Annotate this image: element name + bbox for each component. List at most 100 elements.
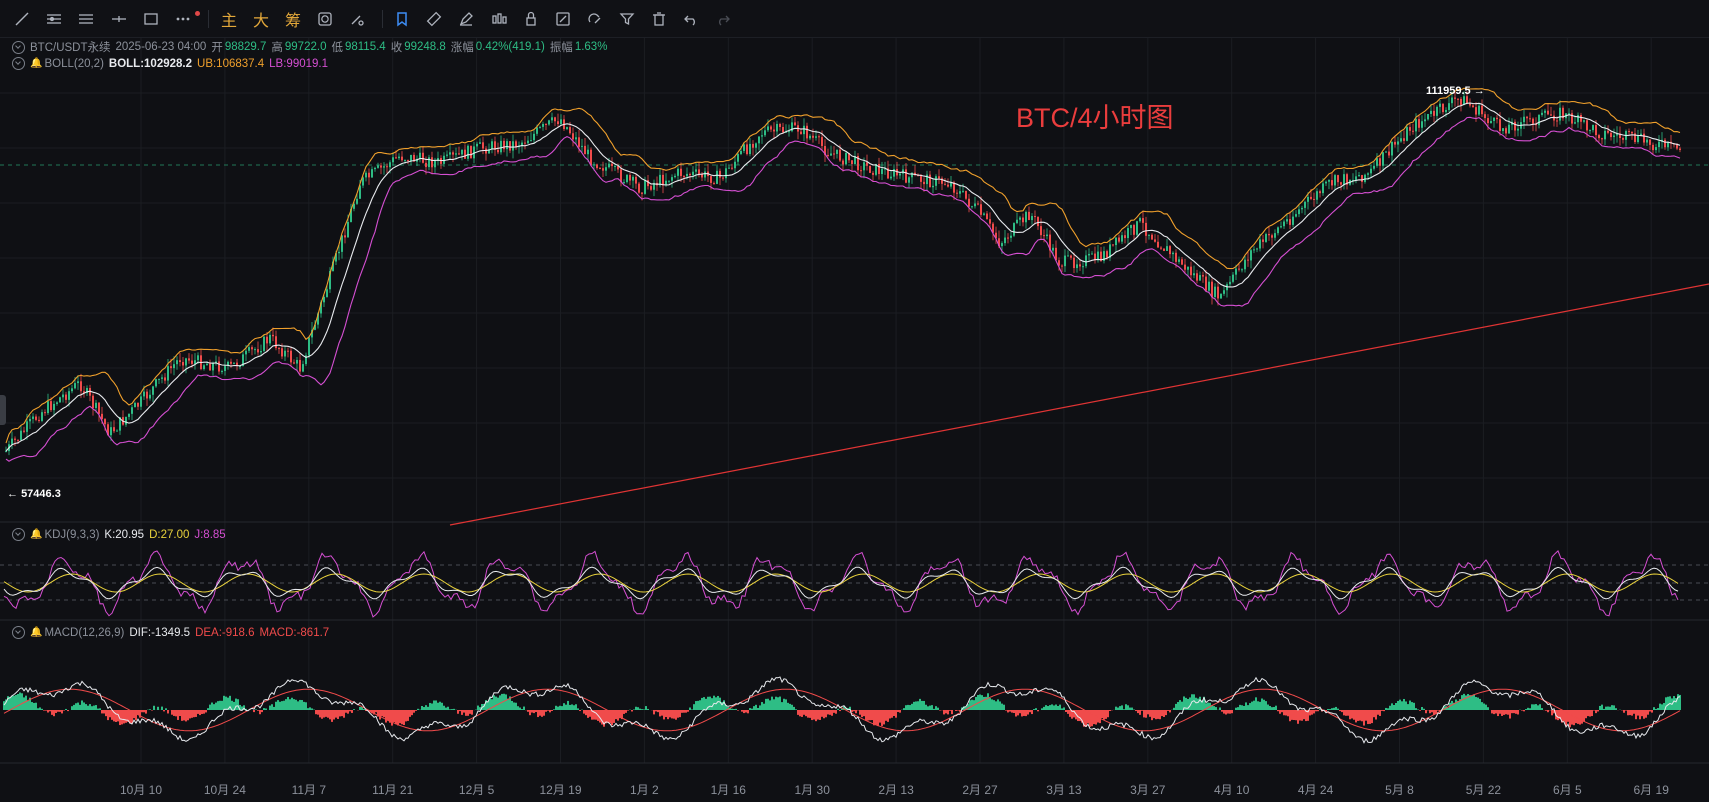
- candle-body: [554, 117, 556, 122]
- candle-body: [608, 163, 610, 168]
- bookmark-icon[interactable]: [390, 7, 414, 31]
- candle-body: [1385, 151, 1387, 153]
- collapse-icon[interactable]: [12, 57, 25, 70]
- candle-body: [569, 127, 571, 134]
- main-indicator-button[interactable]: 主: [217, 7, 241, 31]
- candle-body: [1286, 219, 1288, 222]
- more-icon[interactable]: [171, 7, 195, 31]
- candle-body: [188, 358, 190, 361]
- major-button[interactable]: 大: [249, 7, 273, 31]
- candle-body: [146, 391, 148, 399]
- candle-body: [1007, 237, 1009, 239]
- candle-body: [1664, 139, 1666, 148]
- candle-body: [692, 171, 694, 176]
- candle-body: [1421, 121, 1423, 128]
- candle-body: [1583, 120, 1585, 122]
- candle-body: [686, 173, 688, 177]
- chart-annotation-text[interactable]: BTC/4小时图: [1016, 96, 1174, 135]
- candle-body: [989, 219, 991, 224]
- candle-body: [683, 176, 685, 178]
- lock-icon[interactable]: [519, 7, 543, 31]
- candle-body: [35, 416, 37, 420]
- candle-body: [140, 396, 142, 407]
- brush-settings-icon[interactable]: [345, 7, 369, 31]
- candlestick-icon[interactable]: [487, 7, 511, 31]
- pen-icon[interactable]: [454, 7, 478, 31]
- ruler-icon[interactable]: [422, 7, 446, 31]
- collapse-icon[interactable]: [12, 40, 25, 54]
- candle-body: [1403, 138, 1405, 141]
- candle-body: [1253, 249, 1255, 251]
- alert-bell-icon[interactable]: 🔔: [30, 627, 42, 638]
- parallel-lines-icon[interactable]: [74, 7, 98, 31]
- macd-dif-value: DIF:-1349.5: [129, 626, 191, 639]
- candle-body: [1274, 233, 1276, 238]
- date-tick: 11月 7: [291, 783, 327, 797]
- candle-body: [1415, 119, 1417, 132]
- kdj-indicator: [3, 550, 1679, 618]
- date-tick: 5月 22: [1465, 783, 1502, 797]
- macd-label[interactable]: MACD(12,26,9): [44, 627, 124, 639]
- candle-body: [1181, 259, 1183, 265]
- candle-body: [1298, 209, 1300, 215]
- candle-body: [74, 383, 76, 389]
- candle-body: [1607, 130, 1609, 133]
- candle-body: [770, 126, 772, 130]
- candle-body: [77, 381, 79, 384]
- candle-body: [1238, 268, 1240, 270]
- candle-body: [170, 366, 172, 369]
- side-panel-handle[interactable]: [0, 395, 6, 425]
- candle-body: [1523, 116, 1525, 123]
- candle-body: [1211, 281, 1213, 298]
- chip-distribution-button[interactable]: 筹: [281, 7, 305, 31]
- filter-icon[interactable]: [615, 7, 639, 31]
- alert-bell-icon[interactable]: 🔔: [30, 58, 42, 69]
- trendline-icon[interactable]: [10, 7, 34, 31]
- candle-body: [1070, 255, 1072, 258]
- candle-body: [290, 350, 292, 363]
- candle-body: [62, 394, 64, 398]
- candle-body: [629, 174, 631, 181]
- candle-body: [470, 145, 472, 159]
- edit-note-icon[interactable]: [551, 7, 575, 31]
- candle-body: [50, 401, 52, 411]
- rectangle-icon[interactable]: [139, 7, 163, 31]
- candle-body: [113, 427, 115, 432]
- candle-body: [959, 191, 961, 194]
- boll-mid-value: BOLL:102928.2: [108, 57, 193, 70]
- kdj-label[interactable]: KDJ(9,3,3): [44, 529, 99, 541]
- candlestick-series: [5, 91, 1681, 456]
- trash-icon[interactable]: [647, 7, 671, 31]
- candle-body: [512, 141, 514, 151]
- candle-body: [1112, 244, 1114, 246]
- undo-icon[interactable]: [679, 7, 703, 31]
- candle-body: [935, 176, 937, 186]
- candle-body: [1247, 259, 1249, 261]
- magnet-icon[interactable]: [583, 7, 607, 31]
- candle-body: [1136, 221, 1138, 235]
- collapse-icon[interactable]: [12, 626, 25, 639]
- boll-label[interactable]: BOLL(20,2): [44, 58, 103, 70]
- candle-body: [371, 169, 373, 178]
- sync-icon[interactable]: [313, 7, 337, 31]
- candle-body: [677, 168, 679, 176]
- collapse-icon[interactable]: [12, 528, 25, 541]
- crosshair-line-icon[interactable]: [107, 7, 131, 31]
- candle-body: [806, 125, 808, 139]
- candle-body: [776, 123, 778, 132]
- candle-body: [1199, 275, 1201, 281]
- redo-icon[interactable]: [711, 7, 735, 31]
- candle-body: [266, 336, 268, 344]
- candle-body: [257, 349, 259, 353]
- candle-body: [662, 174, 664, 186]
- price-chart[interactable]: [0, 38, 1709, 802]
- candle-body: [1118, 237, 1120, 242]
- date-tick: 4月 24: [1297, 783, 1334, 797]
- candle-body: [1343, 174, 1345, 185]
- candle-body: [947, 184, 949, 187]
- candle-body: [506, 141, 508, 150]
- candle-body: [479, 142, 481, 144]
- alert-bell-icon[interactable]: 🔔: [30, 529, 42, 540]
- horizontal-lines-icon[interactable]: [42, 7, 66, 31]
- candle-body: [1631, 131, 1633, 134]
